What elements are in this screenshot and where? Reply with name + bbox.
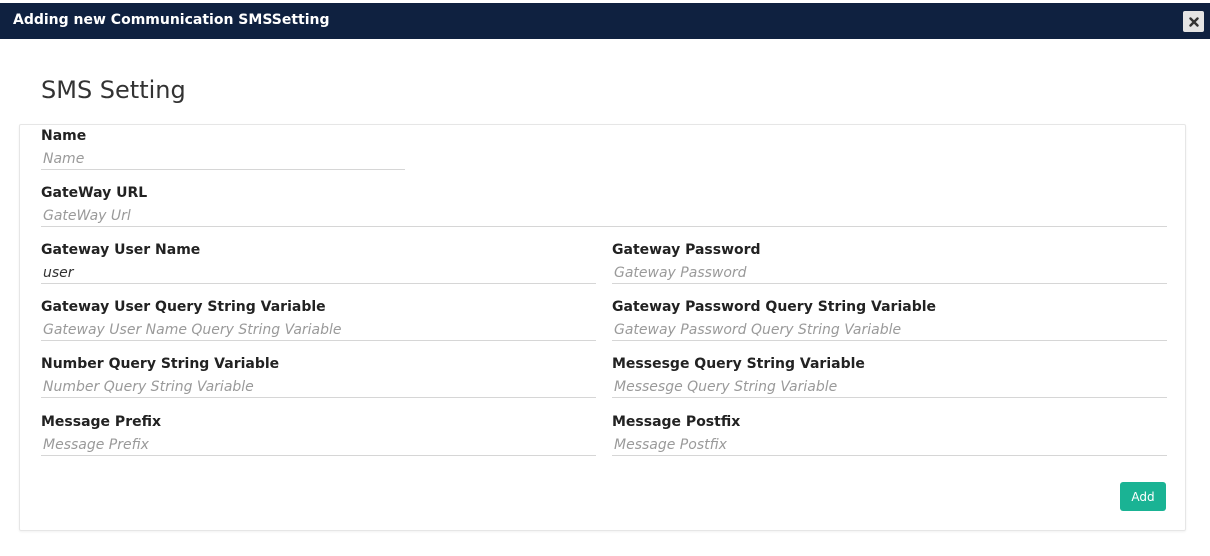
name-input[interactable] [41, 148, 405, 170]
number-query-field-group: Number Query String Variable [41, 355, 596, 398]
message-postfix-label: Message Postfix [612, 414, 741, 430]
message-query-field-group: Messesge Query String Variable [612, 355, 1167, 398]
gateway-password-input[interactable] [612, 262, 1167, 284]
gateway-user-query-field-group: Gateway User Query String Variable [41, 298, 596, 341]
close-button[interactable] [1183, 11, 1204, 32]
gateway-url-field-group: GateWay URL [41, 184, 1167, 227]
gateway-password-label: Gateway Password [612, 242, 761, 258]
message-postfix-input[interactable] [612, 434, 1167, 456]
message-postfix-field-group: Message Postfix [612, 413, 1167, 456]
message-query-input[interactable] [612, 376, 1167, 398]
number-query-input[interactable] [41, 376, 596, 398]
gateway-user-name-input[interactable] [41, 262, 596, 284]
dialog-title: Adding new Communication SMSSetting [13, 12, 330, 28]
number-query-label: Number Query String Variable [41, 356, 280, 372]
gateway-user-query-label: Gateway User Query String Variable [41, 299, 326, 315]
gateway-url-input[interactable] [41, 205, 1167, 227]
page-title: SMS Setting [41, 76, 186, 104]
close-icon [1188, 16, 1199, 27]
gateway-password-query-label: Gateway Password Query String Variable [612, 299, 937, 315]
message-prefix-field-group: Message Prefix [41, 413, 596, 456]
gateway-password-field-group: Gateway Password [612, 241, 1167, 284]
name-label: Name [41, 128, 87, 144]
message-query-label: Messesge Query String Variable [612, 356, 865, 372]
message-prefix-input[interactable] [41, 434, 596, 456]
dialog-titlebar: Adding new Communication SMSSetting [0, 3, 1210, 39]
gateway-password-query-input[interactable] [612, 319, 1167, 341]
gateway-url-label: GateWay URL [41, 185, 148, 201]
gateway-user-name-label: Gateway User Name [41, 242, 201, 258]
add-button[interactable]: Add [1120, 482, 1166, 511]
gateway-user-name-field-group: Gateway User Name [41, 241, 596, 284]
name-field-group: Name [41, 127, 405, 170]
message-prefix-label: Message Prefix [41, 414, 161, 430]
gateway-user-query-input[interactable] [41, 319, 596, 341]
gateway-password-query-field-group: Gateway Password Query String Variable [612, 298, 1167, 341]
